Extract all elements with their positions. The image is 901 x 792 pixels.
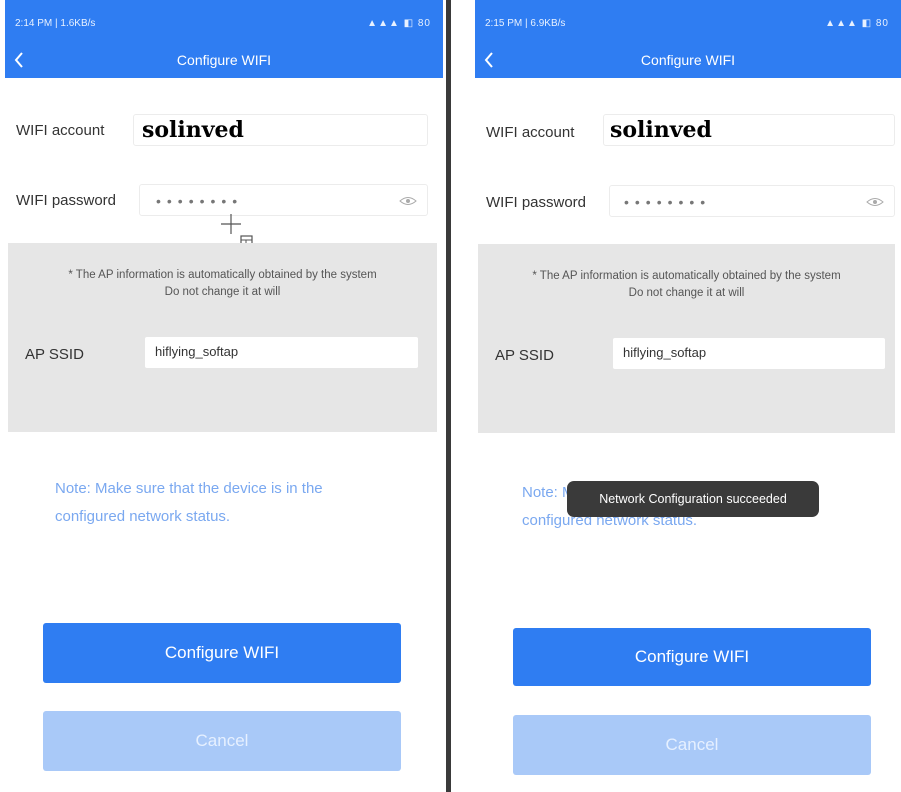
- status-time: 2:15 PM | 6.9KB/s: [485, 18, 566, 29]
- left-phone-screen: 2:14 PM | 1.6KB/s ▲▲▲ ◧ 80 Configure WIF…: [5, 0, 443, 792]
- configure-wifi-button[interactable]: Configure WIFI: [43, 623, 401, 683]
- eye-icon[interactable]: [399, 196, 417, 206]
- cancel-button[interactable]: Cancel: [43, 711, 401, 771]
- eye-icon[interactable]: [866, 197, 884, 207]
- wifi-account-input[interactable]: solinved: [603, 114, 895, 146]
- ap-info-panel: * The AP information is automatically ob…: [8, 243, 437, 432]
- wifi-account-input[interactable]: solinved: [133, 114, 428, 146]
- status-bar: 2:14 PM | 1.6KB/s ▲▲▲ ◧ 80: [5, 18, 443, 34]
- status-time: 2:14 PM | 1.6KB/s: [15, 18, 96, 29]
- wifi-password-label: WIFI password: [486, 194, 587, 211]
- note-line-2: configured network status.: [55, 508, 231, 525]
- status-icons: ▲▲▲ ◧ 80: [825, 18, 889, 29]
- screenshot-divider: [443, 0, 455, 792]
- right-phone-screen: 2:15 PM | 6.9KB/s ▲▲▲ ◧ 80 Configure WIF…: [475, 0, 901, 792]
- ap-info-line-1: * The AP information is automatically ob…: [68, 269, 377, 281]
- wifi-password-label: WIFI password: [16, 192, 117, 209]
- wifi-account-label: WIFI account: [16, 122, 105, 139]
- status-bar: 2:15 PM | 6.9KB/s ▲▲▲ ◧ 80: [475, 18, 901, 34]
- page-title: Configure WIFI: [176, 52, 272, 68]
- wifi-account-value: solinved: [610, 117, 712, 143]
- app-bar: 2:15 PM | 6.9KB/s ▲▲▲ ◧ 80 Configure WIF…: [475, 0, 901, 78]
- ap-ssid-input[interactable]: hiflying_softap: [613, 338, 885, 369]
- ap-ssid-label: AP SSID: [495, 347, 554, 364]
- ap-ssid-input[interactable]: hiflying_softap: [145, 337, 418, 368]
- note-line-1: Note: Make sure that the device is in th…: [55, 480, 323, 497]
- ap-info-line-1: * The AP information is automatically ob…: [532, 270, 841, 282]
- ap-info-line-2: Do not change it at will: [628, 287, 745, 299]
- wifi-password-input[interactable]: ••••••••: [139, 184, 428, 216]
- ap-ssid-value: hiflying_softap: [155, 344, 239, 359]
- status-icons: ▲▲▲ ◧ 80: [367, 18, 431, 29]
- divider-line: [446, 0, 451, 792]
- wifi-account-value: solinved: [142, 117, 244, 143]
- ap-ssid-label: AP SSID: [25, 346, 84, 363]
- cancel-button[interactable]: Cancel: [513, 715, 871, 775]
- wifi-password-value: ••••••••: [156, 193, 244, 209]
- page-title: Configure WIFI: [640, 52, 736, 68]
- ap-info-line-2: Do not change it at will: [164, 286, 281, 298]
- wifi-password-input[interactable]: ••••••••: [609, 185, 895, 217]
- success-toast: Network Configuration succeeded: [567, 481, 819, 517]
- configure-wifi-button[interactable]: Configure WIFI: [513, 628, 871, 686]
- wifi-password-value: ••••••••: [624, 194, 712, 210]
- app-bar: 2:14 PM | 1.6KB/s ▲▲▲ ◧ 80 Configure WIF…: [5, 0, 443, 78]
- wifi-account-label: WIFI account: [486, 124, 575, 141]
- ap-info-panel: * The AP information is automatically ob…: [478, 244, 895, 433]
- ap-ssid-value: hiflying_softap: [623, 345, 707, 360]
